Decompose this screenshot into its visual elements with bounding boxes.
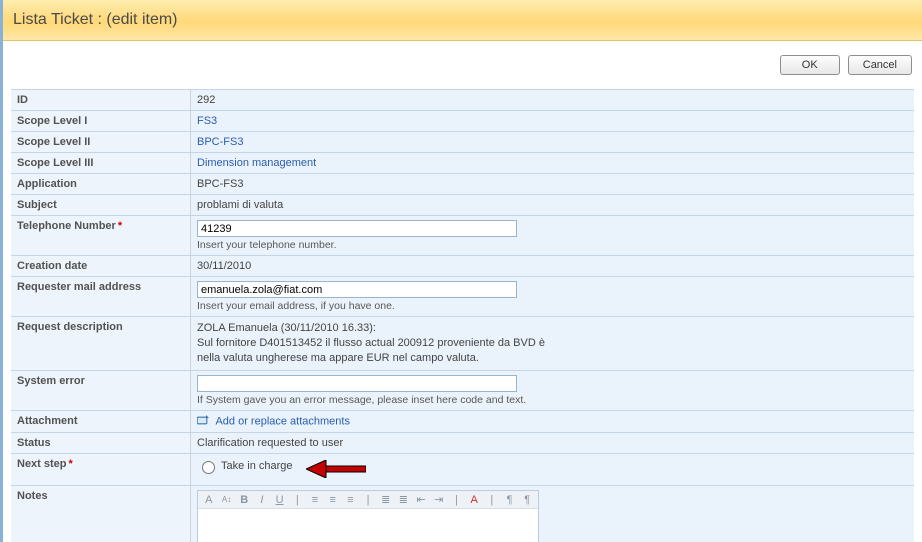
rte-sep: | (361, 494, 375, 506)
label-sys-error: System error (11, 371, 191, 410)
system-error-input[interactable] (197, 375, 517, 392)
label-next-step: Next step* (11, 454, 191, 486)
label-id: ID (11, 90, 191, 110)
add-attachment-link[interactable]: Add or replace attachments (215, 415, 350, 427)
next-step-option[interactable]: Take in charge (197, 458, 293, 474)
rte-italic-button[interactable]: I (255, 494, 269, 506)
dialog-titlebar: Lista Ticket : (edit item) (3, 0, 922, 41)
dialog-title: Lista Ticket : (edit item) (13, 11, 178, 29)
value-creation-date: 30/11/2010 (191, 256, 914, 276)
label-notes: Notes (11, 486, 191, 542)
attachment-icon (197, 415, 209, 428)
rte-list-ul-button[interactable]: ≣ (397, 493, 411, 506)
label-scope3: Scope Level III (11, 153, 191, 173)
take-in-charge-label: Take in charge (221, 460, 293, 472)
system-error-hint: If System gave you an error message, ple… (197, 394, 537, 406)
label-scope1: Scope Level I (11, 111, 191, 131)
telephone-input[interactable] (197, 220, 517, 237)
rte-outdent-button[interactable]: ⇤ (414, 493, 428, 506)
label-req-mail: Requester mail address (11, 277, 191, 316)
notes-editor: A A↕ B I U | ≡ ≡ ≡ | ≣ ≣ ⇤ ⇥ | (197, 490, 539, 542)
notes-textarea[interactable] (198, 509, 538, 542)
requester-mail-hint: Insert your email address, if you have o… (197, 300, 908, 312)
label-req-desc: Request description (11, 317, 191, 370)
telephone-hint: Insert your telephone number. (197, 239, 908, 251)
rte-font-button[interactable]: A (202, 494, 216, 506)
link-scope1[interactable]: FS3 (197, 115, 217, 127)
rte-fontsize-button[interactable]: A↕ (220, 495, 234, 504)
rte-textcolor-button[interactable]: A (467, 494, 481, 506)
label-creation-date: Creation date (11, 256, 191, 276)
annotation-arrow-icon (306, 460, 366, 481)
link-scope2[interactable]: BPC-FS3 (197, 136, 243, 148)
label-status: Status (11, 433, 191, 453)
rte-list-ol-button[interactable]: ≣ (379, 493, 393, 506)
rte-indent-button[interactable]: ⇥ (432, 493, 446, 506)
rte-align-right-button[interactable]: ≡ (344, 494, 358, 506)
rte-toolbar: A A↕ B I U | ≡ ≡ ≡ | ≣ ≣ ⇤ ⇥ | (198, 491, 538, 509)
take-in-charge-radio[interactable] (202, 461, 215, 474)
rte-sep: | (485, 494, 499, 506)
rte-bold-button[interactable]: B (237, 494, 251, 506)
label-telephone: Telephone Number* (11, 216, 191, 255)
rte-align-left-button[interactable]: ≡ (308, 494, 322, 506)
value-status: Clarification requested to user (191, 433, 914, 453)
request-description: ZOLA Emanuela (30/11/2010 16.33): Sul fo… (191, 317, 563, 370)
dialog-actions: OK Cancel (3, 41, 922, 89)
rte-sep: | (290, 494, 304, 506)
rte-ltr-button[interactable]: ¶ (503, 494, 517, 506)
rte-sep: | (450, 494, 464, 506)
requester-mail-input[interactable] (197, 281, 517, 298)
ticket-form: ID 292 Scope Level I FS3 Scope Level II … (11, 89, 914, 542)
required-marker: * (116, 220, 122, 232)
cancel-button[interactable]: Cancel (848, 55, 912, 75)
required-marker: * (67, 458, 73, 470)
rte-underline-button[interactable]: U (273, 494, 287, 506)
value-application: BPC-FS3 (191, 174, 914, 194)
label-subject: Subject (11, 195, 191, 215)
link-scope3[interactable]: Dimension management (197, 157, 316, 169)
value-id: 292 (191, 90, 914, 110)
rte-rtl-button[interactable]: ¶ (520, 494, 534, 506)
label-application: Application (11, 174, 191, 194)
rte-align-center-button[interactable]: ≡ (326, 494, 340, 506)
label-attachment: Attachment (11, 411, 191, 432)
ok-button[interactable]: OK (780, 55, 840, 75)
label-scope2: Scope Level II (11, 132, 191, 152)
value-subject: problami di valuta (191, 195, 914, 215)
